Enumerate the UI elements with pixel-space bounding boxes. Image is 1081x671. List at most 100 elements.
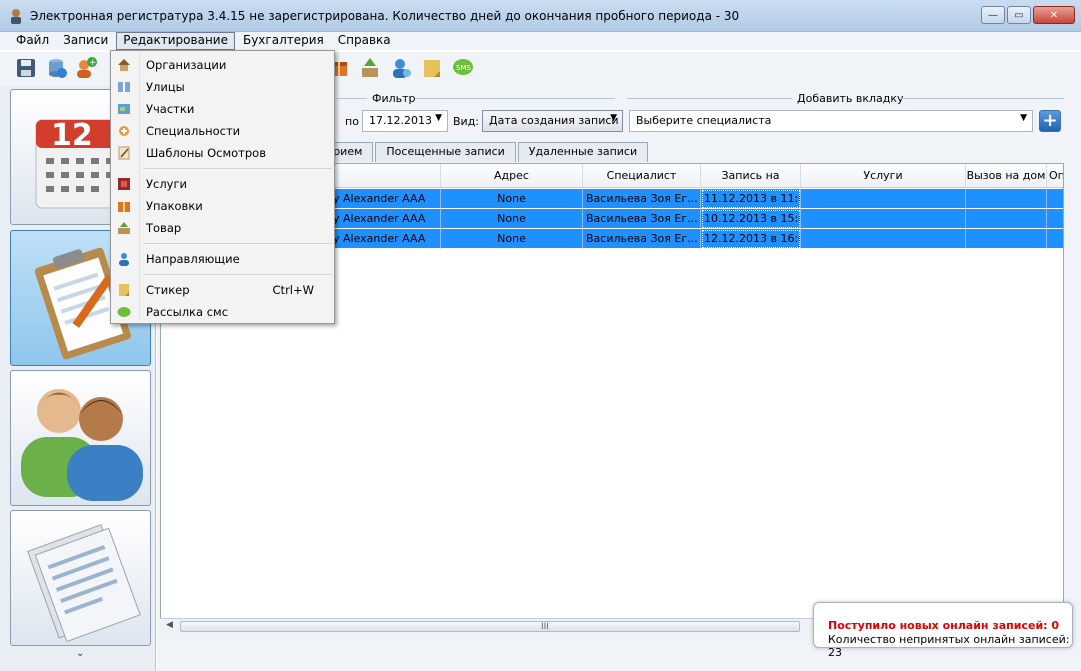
menu-item-sticker[interactable]: Стикер Ctrl+W [113, 279, 332, 301]
nav-more-icon[interactable]: ⌄ [76, 648, 84, 659]
menu-item-referrers[interactable]: Направляющие [113, 248, 332, 270]
referrer-icon [117, 252, 131, 266]
add-tab-divider-right [899, 98, 1064, 99]
menu-item-streets[interactable]: Улицы [113, 76, 332, 98]
menu-separator [143, 243, 332, 244]
cell-op [1047, 189, 1063, 209]
tab-strip: прием Посещенные записи Удаленные записи [315, 142, 650, 162]
menu-separator [143, 274, 332, 275]
cell-date: 10.12.2013 в 15:00 [701, 209, 801, 229]
nav-clients-tile[interactable] [10, 370, 151, 506]
date-to-field[interactable]: 17.12.2013 ▼ [362, 110, 448, 132]
package-icon [117, 199, 131, 213]
menu-item-label: Рассылка смс [146, 305, 229, 319]
cell-home-call [966, 229, 1047, 249]
menu-item-label: Шаблоны Осмотров [146, 146, 266, 160]
view-select[interactable]: Дата создания записи ▼ [482, 110, 623, 132]
cell-specialist: Васильева Зоя Ег... [583, 209, 701, 229]
svg-text:12: 12 [51, 118, 93, 153]
menu-item-label: Направляющие [146, 252, 240, 266]
menu-item-label: Улицы [146, 80, 185, 94]
nav-documents-tile[interactable] [10, 510, 151, 646]
sms-icon[interactable]: SMS [451, 56, 475, 80]
menu-item-label: Товар [146, 221, 182, 235]
menu-item-label: Организации [146, 58, 227, 72]
cell-address: None [441, 209, 583, 229]
add-user-icon[interactable]: + [74, 56, 98, 80]
menu-help[interactable]: Справка [332, 32, 397, 50]
specialty-icon [117, 124, 131, 138]
menu-records[interactable]: Записи [57, 32, 114, 50]
filter-divider-left [337, 98, 367, 99]
column-header-home-call[interactable]: Вызов на дом [966, 164, 1047, 188]
scroll-thumb[interactable]: III [180, 621, 800, 632]
menu-item-exam-templates[interactable]: Шаблоны Осмотров [113, 142, 332, 164]
street-icon [117, 80, 131, 94]
menu-item-specialties[interactable]: Специальности [113, 120, 332, 142]
horizontal-scrollbar[interactable]: ◀ III [160, 618, 818, 634]
edit-menu-dropdown: Организации Улицы Участки Специальности … [110, 50, 335, 324]
cell-home-call [966, 189, 1047, 209]
menu-item-organizations[interactable]: Организации [113, 54, 332, 76]
scroll-left-icon[interactable]: ◀ [166, 620, 173, 630]
documents-icon [27, 524, 141, 643]
menu-item-districts[interactable]: Участки [113, 98, 332, 120]
scroll-grip: III [541, 622, 549, 632]
cell-date: 12.12.2013 в 16:00 [701, 229, 801, 249]
column-header-specialist[interactable]: Специалист [583, 164, 701, 188]
cell-address: None [441, 229, 583, 249]
cell-home-call [966, 209, 1047, 229]
home-icon [117, 58, 131, 72]
svg-text:+: + [89, 58, 97, 68]
menu-item-services[interactable]: Услуги [113, 173, 332, 195]
database-icon[interactable] [45, 56, 69, 80]
menu-item-label: Упаковки [146, 199, 203, 213]
add-tab-button[interactable]: + [1039, 110, 1061, 132]
column-header-op[interactable]: Оп [1047, 164, 1063, 188]
menu-accounting[interactable]: Бухгалтерия [237, 32, 330, 50]
map-icon [117, 102, 131, 116]
view-select-value: Дата создания записи [489, 114, 619, 127]
menu-file[interactable]: Файл [10, 32, 55, 50]
cell-services [801, 189, 966, 209]
filter-divider-right [415, 98, 615, 99]
save-icon[interactable] [14, 56, 38, 80]
sticker-icon[interactable] [420, 56, 444, 80]
view-label: Вид: [453, 115, 480, 128]
add-tab-divider-left [627, 98, 792, 99]
tab-visited[interactable]: Посещенные записи [375, 142, 516, 162]
product-icon[interactable] [358, 56, 382, 80]
online-records-notification[interactable]: Поступило новых онлайн записей: 0 Количе… [813, 602, 1073, 659]
cell-services [801, 229, 966, 249]
services-icon [117, 177, 131, 191]
sticker-icon [117, 283, 131, 297]
unaccepted-online-records-text: Количество непринятых онлайн записей: 23 [828, 633, 1070, 659]
cell-specialist: Васильева Зоя Ег... [583, 229, 701, 249]
close-button[interactable]: ✕ [1033, 6, 1075, 24]
menu-bar: Файл Записи Редактирование Бухгалтерия С… [0, 32, 1081, 50]
date-to-value: 17.12.2013 [369, 114, 432, 127]
tab-deleted[interactable]: Удаленные записи [517, 142, 649, 162]
menu-item-products[interactable]: Товар [113, 217, 332, 239]
cell-op [1047, 229, 1063, 249]
app-icon [8, 8, 24, 24]
column-header-address[interactable]: Адрес [441, 164, 583, 188]
cell-specialist: Васильева Зоя Ег... [583, 189, 701, 209]
menu-item-packages[interactable]: Упаковки [113, 195, 332, 217]
maximize-button[interactable]: ▭ [1007, 6, 1031, 24]
window-title: Электронная регистратура 3.4.15 не зарег… [30, 9, 740, 23]
column-header-date[interactable]: Запись на [701, 164, 801, 188]
cell-op [1047, 209, 1063, 229]
column-header-services[interactable]: Услуги [801, 164, 966, 188]
menu-edit[interactable]: Редактирование [116, 32, 235, 50]
menu-item-shortcut: Ctrl+W [272, 283, 314, 297]
specialist-select[interactable]: Выберите специалиста ▼ [629, 110, 1033, 132]
referrer-icon[interactable] [389, 56, 413, 80]
minimize-button[interactable]: — [981, 6, 1005, 24]
specialist-select-value: Выберите специалиста [636, 114, 772, 127]
product-icon [117, 221, 131, 235]
menu-item-sms[interactable]: Рассылка смс [113, 301, 332, 323]
menu-item-label: Участки [146, 102, 195, 116]
menu-item-label: Специальности [146, 124, 241, 138]
chevron-down-icon: ▼ [610, 113, 617, 123]
